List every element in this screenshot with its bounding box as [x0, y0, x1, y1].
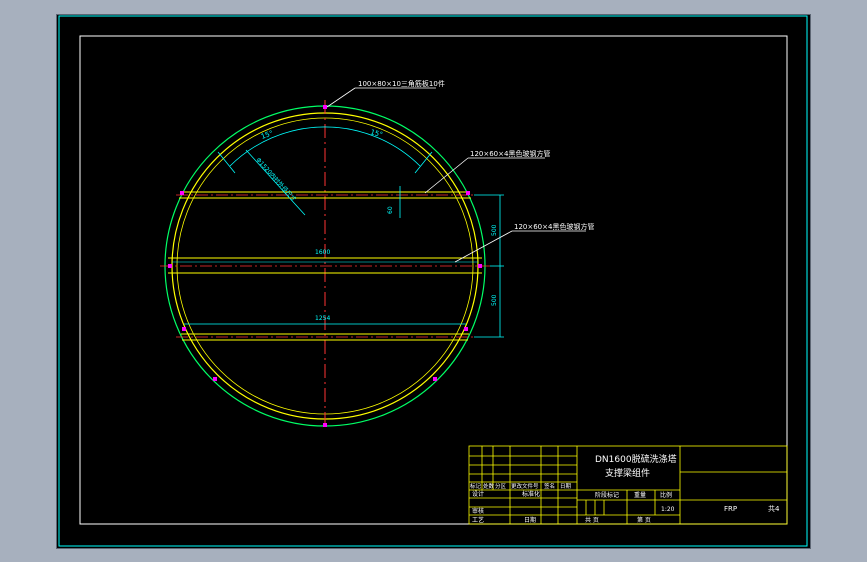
- plate-marker: [323, 105, 327, 109]
- beam-length-lower: 1254: [315, 315, 330, 322]
- arc-angle-left: 15°: [260, 129, 274, 141]
- gap-dim-text: 60: [387, 206, 394, 214]
- scale-value: 1:20: [661, 506, 675, 513]
- plate-marker: [213, 377, 217, 381]
- weight-label: 重量: [634, 491, 646, 499]
- row-design: 设计: [472, 490, 484, 498]
- tube-note-mid: 120×60×4黑色玻钢方管: [514, 222, 594, 231]
- beam-spacing-lower: 500: [491, 294, 498, 306]
- drawing-frame: [79, 35, 788, 525]
- plate-marker: [182, 327, 186, 331]
- plate-marker: [168, 264, 172, 268]
- beam-spacing-upper: 500: [491, 224, 498, 236]
- row-standard: 标准化: [522, 490, 540, 498]
- arc-angle-right: 15°: [369, 128, 383, 139]
- header-count: 处数: [483, 482, 495, 490]
- quantity-total: 共4: [768, 504, 780, 513]
- plate-marker: [464, 327, 468, 331]
- stage-label: 阶段标记: [595, 491, 619, 499]
- plate-marker: [180, 191, 184, 195]
- cad-drawing: 100×80×10三角筋板10件 120×60×4黑色玻钢方管 120×60×4…: [58, 15, 808, 547]
- leader-plate-note: [326, 87, 356, 108]
- title-line-1: DN1600脱硫洗涤塔: [595, 453, 677, 465]
- header-change-doc: 更改文件号: [511, 482, 539, 490]
- header-date: 日期: [560, 483, 572, 490]
- sheet-number: 第 页: [637, 516, 651, 524]
- material-code: FRP: [724, 505, 737, 513]
- title-line-2: 支撑梁组件: [605, 467, 650, 479]
- plate-marker: [433, 377, 437, 381]
- row-process: 工艺: [472, 516, 484, 524]
- tube-note-top: 120×60×4黑色玻钢方管: [470, 149, 550, 158]
- sheet-border: [58, 15, 808, 547]
- triangle-plate-note: 100×80×10三角筋板10件: [358, 79, 445, 88]
- row-approve: 日期: [524, 516, 536, 524]
- scale-label: 比例: [660, 491, 672, 499]
- cad-viewport[interactable]: 100×80×10三角筋板10件 120×60×4黑色玻钢方管 120×60×4…: [56, 14, 811, 549]
- header-zone: 分区: [495, 482, 507, 490]
- row-review: 审核: [472, 507, 484, 515]
- sheet-total: 共 页: [585, 516, 599, 524]
- plate-marker: [466, 191, 470, 195]
- diameter-text: Φ1520内衬外径尺寸: [255, 156, 298, 203]
- plate-marker: [478, 264, 482, 268]
- plate-marker: [323, 423, 327, 427]
- beam-length-center: 1600: [315, 249, 330, 256]
- leader-tube-mid: [454, 230, 513, 263]
- header-mark: 标记: [470, 482, 482, 490]
- header-signature: 签名: [544, 482, 555, 490]
